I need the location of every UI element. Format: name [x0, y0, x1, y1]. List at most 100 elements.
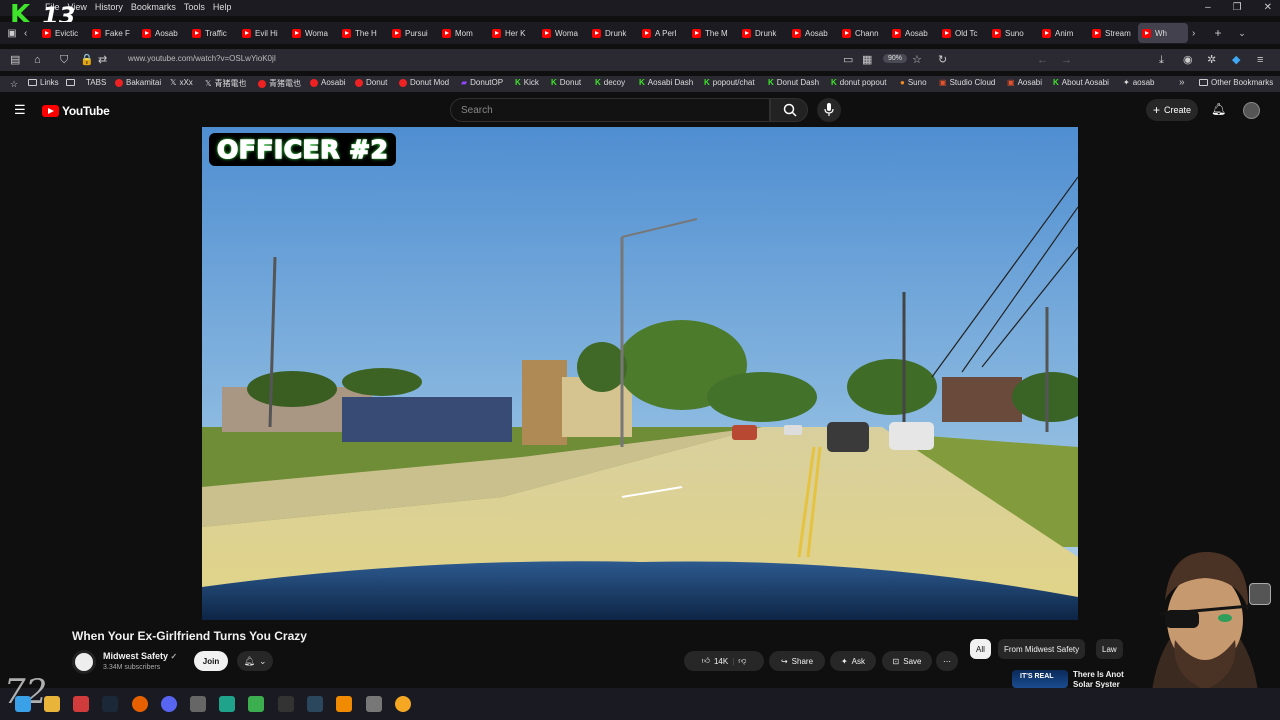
back-icon[interactable]: ←	[1037, 54, 1048, 66]
bookmark-aosab[interactable]: ✦ aosab	[1123, 78, 1155, 87]
bookmark-donut[interactable]: Donut	[355, 78, 387, 87]
minimize-icon[interactable]: –	[1205, 2, 1211, 13]
ask-button[interactable]: ✦ Ask	[830, 651, 876, 671]
shield-icon[interactable]: ⛉	[60, 54, 68, 66]
account-icon[interactable]: ◉	[1183, 54, 1193, 66]
thumbs-down-icon[interactable]: 👎︎	[738, 656, 746, 666]
browser-tab[interactable]: Mom	[438, 23, 488, 43]
search-button[interactable]	[770, 98, 808, 122]
app-icon[interactable]	[219, 696, 235, 712]
download-icon[interactable]: ⤓	[1159, 54, 1164, 66]
app-menu-icon[interactable]: ≡	[1257, 54, 1263, 66]
address-bar[interactable]: www.youtube.com/watch?v=OSLwYioK0jI	[128, 54, 276, 63]
browser-tab[interactable]: A Perl	[638, 23, 688, 43]
chip-law[interactable]: Law	[1096, 639, 1123, 659]
save-button[interactable]: ⊡ Save	[882, 651, 932, 671]
browser-tab[interactable]: Wh	[1138, 23, 1188, 43]
file-explorer-icon[interactable]	[44, 696, 60, 712]
bookmark-other[interactable]: Other Bookmarks	[1199, 78, 1273, 87]
video-player[interactable]: OFFICER #2	[202, 127, 1078, 620]
recommended-thumbnail[interactable]: IT'S REAL	[1012, 670, 1068, 688]
screenshot-icon[interactable]: ▦	[862, 54, 872, 66]
bookmark-donut-dash[interactable]: K Donut Dash	[768, 78, 819, 87]
bookmark-tabs[interactable]: TABS	[66, 78, 106, 87]
steam-icon[interactable]	[102, 696, 118, 712]
youtube-logo[interactable]: YouTube	[42, 104, 110, 118]
steam-icon[interactable]	[307, 696, 323, 712]
discord-icon[interactable]	[161, 696, 177, 712]
bookmark-about-aosabi[interactable]: K About Aosabi	[1053, 78, 1109, 87]
app-icon[interactable]	[366, 696, 382, 712]
windows-start-icon[interactable]	[15, 696, 31, 712]
menu-history[interactable]: History	[95, 2, 123, 12]
tab-list-icon[interactable]: ▣	[0, 28, 24, 39]
scroll-left-icon[interactable]: ‹	[24, 28, 38, 39]
browser-tab[interactable]: Her K	[488, 23, 538, 43]
bookmark-decoy[interactable]: Kdecoy	[595, 78, 625, 87]
browser-tab[interactable]: Drunk	[588, 23, 638, 43]
bookmark-donut-mod[interactable]: Donut Mod	[399, 78, 449, 87]
bookmark-kick[interactable]: K Kick	[515, 78, 539, 87]
create-button[interactable]: + Create	[1146, 99, 1198, 121]
app-icon[interactable]	[278, 696, 294, 712]
like-dislike-button[interactable]: 👍︎ 14K | 👎︎	[684, 651, 764, 671]
browser-tab[interactable]: Aosab	[138, 23, 188, 43]
bookmark-suno[interactable]: ● Suno	[900, 78, 927, 87]
forward-icon[interactable]: →	[1061, 54, 1072, 66]
search-input[interactable]: Search	[450, 98, 770, 122]
thumbs-up-icon[interactable]: 👍︎	[702, 656, 710, 666]
restore-icon[interactable]: ❐	[1233, 2, 1242, 13]
bookmark-jp-2[interactable]: 青猪電也	[258, 78, 301, 89]
extension-badge-icon[interactable]: ◆	[1232, 54, 1240, 66]
bookmark-donut-popout[interactable]: Kdonut popout	[831, 78, 887, 87]
home-icon[interactable]: ⌂	[34, 54, 41, 66]
chip-all[interactable]: All	[970, 639, 991, 659]
bookmark-studio-cloud[interactable]: ▣ Studio Cloud	[939, 78, 995, 87]
channel-avatar[interactable]	[72, 650, 96, 674]
chevron-more-icon[interactable]: »	[1179, 77, 1185, 89]
browser-tab[interactable]: Anim	[1038, 23, 1088, 43]
zoom-level[interactable]: 90%	[883, 54, 908, 63]
browser-tab[interactable]: The M	[688, 23, 738, 43]
hamburger-menu-icon[interactable]: ☰	[14, 103, 26, 116]
browser-tab[interactable]: Drunk	[738, 23, 788, 43]
more-actions-button[interactable]: ⋯	[936, 651, 958, 671]
bookmark-bakamitai[interactable]: Bakamitai	[115, 78, 161, 87]
avatar[interactable]	[1243, 102, 1260, 119]
join-button[interactable]: Join	[194, 651, 228, 671]
browser-tab[interactable]: Chann	[838, 23, 888, 43]
app-icon[interactable]	[190, 696, 206, 712]
browser-tab[interactable]: Aosab	[788, 23, 838, 43]
browser-tab[interactable]: Stream	[1088, 23, 1138, 43]
bookmark-aosabi-2[interactable]: ▣ Aosabi	[1007, 78, 1042, 87]
bookmark-popout-chat[interactable]: Kpopout/chat	[704, 78, 755, 87]
bookmark-star-icon[interactable]: ☆	[912, 54, 922, 66]
vlc-icon[interactable]	[336, 696, 352, 712]
new-tab-icon[interactable]: +	[1206, 26, 1230, 40]
voice-search-button[interactable]	[817, 98, 841, 122]
reader-icon[interactable]: ▭	[843, 54, 853, 66]
browser-tab[interactable]: Fake F	[88, 23, 138, 43]
browser-tab[interactable]: Traffic	[188, 23, 238, 43]
bookmark-jp-1[interactable]: 𝕏 青猪電也	[205, 78, 246, 89]
menu-bookmarks[interactable]: Bookmarks	[131, 2, 176, 12]
lock-icon[interactable]: 🔒	[80, 54, 94, 66]
bookmark-aosabi-dash[interactable]: K Aosabi Dash	[639, 78, 693, 87]
app-icon[interactable]	[73, 696, 89, 712]
bookmark-links[interactable]: Links	[28, 78, 59, 87]
firefox-icon[interactable]	[132, 696, 148, 712]
browser-tab[interactable]: Aosab	[888, 23, 938, 43]
browser-tab[interactable]: Old Tc	[938, 23, 988, 43]
browser-tab[interactable]: Evictic	[38, 23, 88, 43]
sidebar-icon[interactable]: ▤	[10, 54, 20, 66]
menu-help[interactable]: Help	[213, 2, 232, 12]
subscription-bell-button[interactable]: 🔔︎ ⌄	[237, 651, 273, 671]
tab-overflow-icon[interactable]: ⌄	[1230, 28, 1254, 39]
bookmark-xxx[interactable]: 𝕏xXx	[170, 78, 193, 87]
browser-tab[interactable]: Pursui	[388, 23, 438, 43]
browser-tab[interactable]: Woma	[538, 23, 588, 43]
extensions-icon[interactable]: ✲	[1207, 54, 1216, 66]
search-icon[interactable]	[395, 696, 411, 712]
browser-tab[interactable]: Woma	[288, 23, 338, 43]
reload-icon[interactable]: ↻	[938, 54, 947, 66]
